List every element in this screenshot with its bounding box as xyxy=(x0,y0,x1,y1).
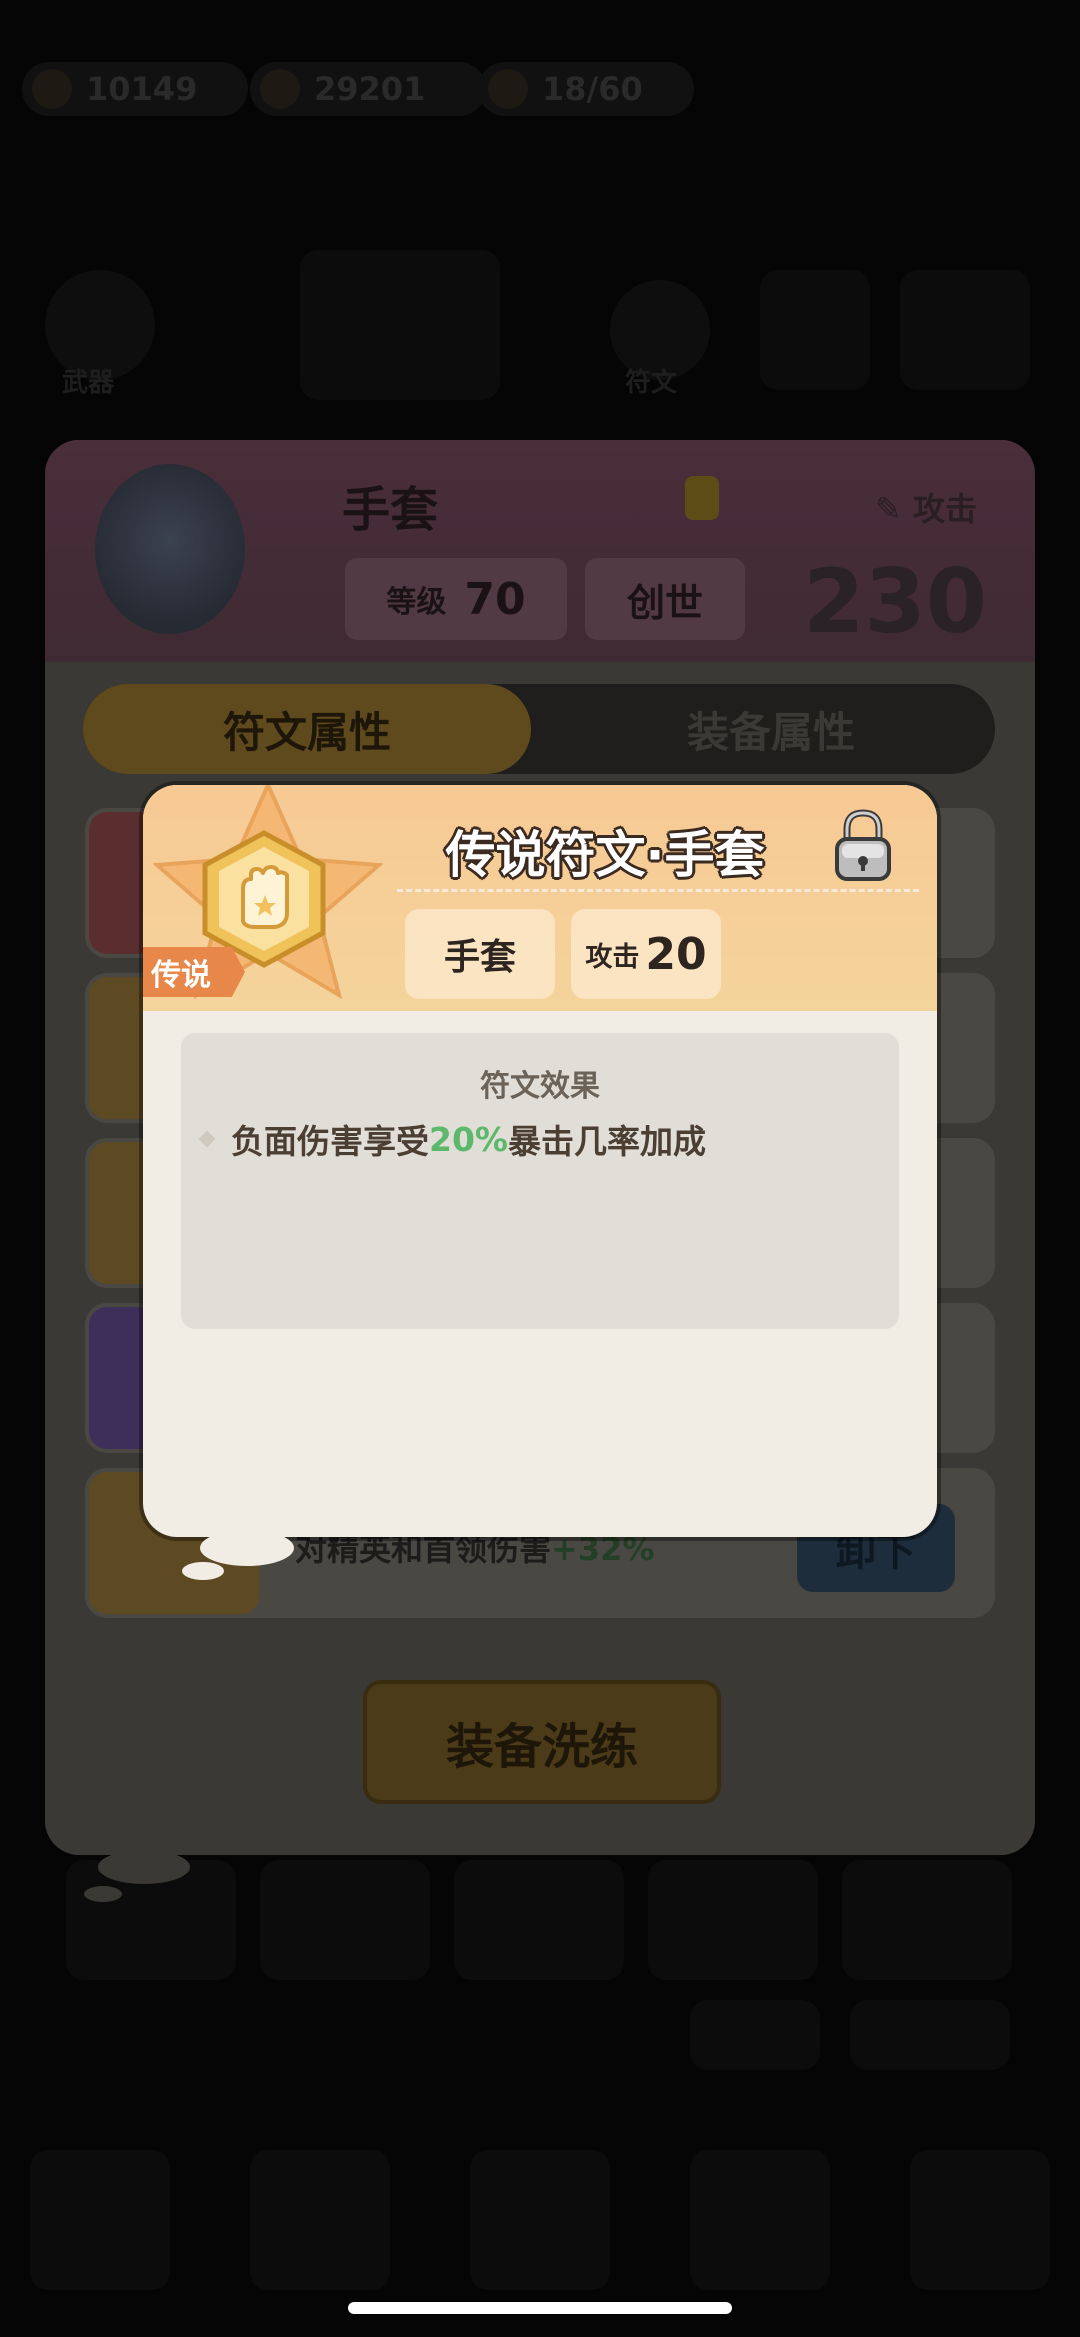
stamina-icon xyxy=(488,69,528,109)
thought-bubble xyxy=(200,1530,294,1566)
effect-description: 负面伤害享受 20% 暴击几率加成 xyxy=(198,1115,706,1163)
thought-bubble xyxy=(98,1850,190,1884)
thought-bubble xyxy=(84,1886,122,1902)
inventory-slot xyxy=(260,1860,430,1980)
slot-box-2 xyxy=(900,270,1030,390)
bottom-nav-item xyxy=(910,2150,1050,2290)
attribute-tabs: 符文属性 装备属性 xyxy=(83,684,995,774)
inventory-slot xyxy=(454,1860,624,1980)
sword-icon: ✎ xyxy=(875,490,913,528)
rune-effect-box: 符文效果 负面伤害享受 20% 暴击几率加成 xyxy=(181,1033,899,1329)
coin-icon xyxy=(260,69,300,109)
inventory-slot xyxy=(648,1860,818,1980)
filter-button xyxy=(690,2000,820,2070)
tab-equipment-attributes[interactable]: 装备属性 xyxy=(547,684,995,774)
character-portrait xyxy=(300,250,500,400)
merge-button xyxy=(850,2000,1010,2070)
thought-bubble xyxy=(182,1562,224,1580)
bottom-nav-item xyxy=(690,2150,830,2290)
power-value: 230 xyxy=(803,550,987,653)
slot-box-1 xyxy=(760,270,870,390)
modal-title: 传说符文·手套 xyxy=(445,826,765,884)
glove-icon xyxy=(95,464,245,634)
modal-header: 传说 传说符文·手套 手套 攻击 20 xyxy=(143,785,937,1011)
equipment-name: 手套 xyxy=(342,482,439,538)
resource-stamina: 18/60 xyxy=(478,62,694,116)
tier-chip: 创世 xyxy=(585,558,745,640)
bottom-nav-item xyxy=(470,2150,610,2290)
equipment-header: 手套 ✎ 攻击 等级 70 创世 230 xyxy=(45,440,1035,662)
nav-label-rune: 符文 xyxy=(625,368,678,398)
lock-icon[interactable] xyxy=(685,476,719,520)
nav-label-weapon: 武器 xyxy=(62,368,115,398)
attack-stat-label: ✎ 攻击 xyxy=(875,490,977,528)
inventory-slot xyxy=(842,1860,1012,1980)
attack-chip: 攻击 20 xyxy=(571,909,721,999)
slot-chip: 手套 xyxy=(405,909,555,999)
lock-icon[interactable] xyxy=(833,807,893,883)
header-divider xyxy=(397,889,919,892)
bottom-nav-item xyxy=(250,2150,390,2290)
tab-rune-attributes[interactable]: 符文属性 xyxy=(83,684,531,774)
level-chip: 等级 70 xyxy=(345,558,567,640)
resource-coins: 29201 xyxy=(250,62,486,116)
rune-detail-modal: 传说 传说符文·手套 手套 攻击 20 符文效果 负面伤害享受 20% 暴击几率加成 xyxy=(143,785,937,1537)
resource-gems: 10149 xyxy=(22,62,248,116)
rarity-tag: 传说 xyxy=(143,947,245,997)
effect-title: 符文效果 xyxy=(480,1069,600,1104)
bottom-nav-item xyxy=(30,2150,170,2290)
reforge-button[interactable]: 装备洗练 xyxy=(363,1680,721,1804)
home-indicator[interactable] xyxy=(348,2302,732,2314)
gem-icon xyxy=(32,69,72,109)
diamond-bullet-icon xyxy=(198,1130,216,1148)
